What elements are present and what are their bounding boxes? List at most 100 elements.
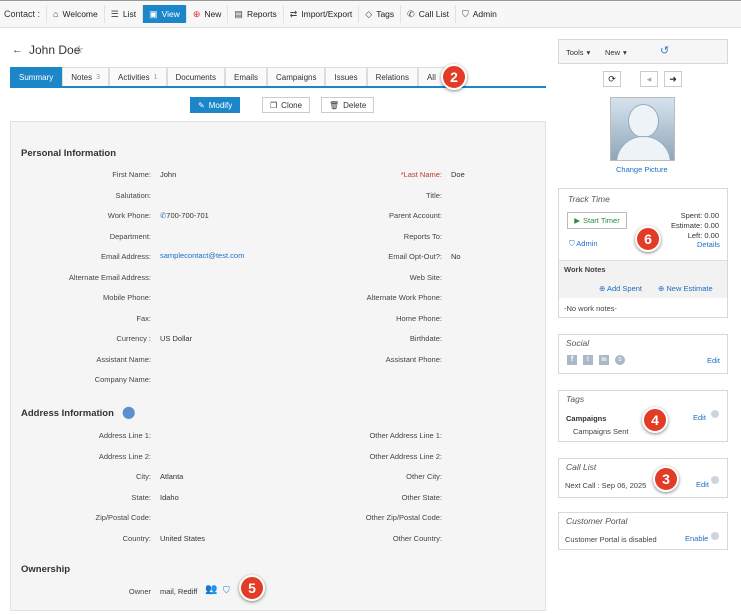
view-icon: ▣	[149, 8, 158, 19]
field-label: Other City:	[406, 472, 442, 481]
add-spent-link[interactable]: ⊕ Add Spent	[599, 284, 642, 293]
field-value: Doe	[451, 170, 465, 179]
portal-enable-link[interactable]: Enable	[685, 534, 708, 543]
users-group-icon[interactable]: 👥	[205, 584, 217, 595]
refresh-icon: ⟳	[608, 73, 616, 84]
field-label: Other Address Line 2:	[369, 452, 442, 461]
nav-import-export[interactable]: ⇄ Import/Export	[282, 5, 359, 23]
social-title: Social	[566, 338, 590, 348]
new-estimate-link[interactable]: ⊕ New Estimate	[658, 284, 713, 293]
copy-icon: ❐	[270, 100, 278, 110]
shield-icon[interactable]: ⛉	[223, 585, 230, 596]
field-label: Department:	[109, 232, 151, 241]
new-icon: ⊕	[192, 8, 201, 19]
tab-summary[interactable]: Summary	[10, 67, 63, 86]
field-label: Salutation:	[115, 191, 151, 200]
field-value: John	[160, 170, 177, 179]
field-label: Email Opt-Out?:	[388, 252, 442, 261]
field-label: Title:	[426, 191, 442, 200]
field-label: Work Phone:	[107, 211, 151, 220]
field-label: Home Phone:	[396, 314, 442, 323]
field-label: Email Address:	[100, 252, 151, 261]
facebook-icon[interactable]: f	[567, 355, 577, 365]
delete-button[interactable]: 🗑 Delete	[321, 97, 375, 113]
field-label: Owner	[128, 587, 151, 596]
field-value: No	[451, 252, 461, 261]
tab-notes[interactable]: Notes 3	[62, 67, 110, 86]
work-notes-title: Work Notes	[564, 265, 606, 274]
field-label: Zip/Postal Code:	[95, 513, 151, 522]
field-label: City:	[136, 472, 151, 481]
help-icon[interactable]	[711, 410, 719, 418]
plus-circle-icon: ⊕	[658, 284, 665, 293]
avatar	[610, 97, 675, 161]
help-icon[interactable]	[711, 532, 719, 540]
tab-issues[interactable]: Issues	[325, 67, 367, 86]
field-label: *Last Name:	[400, 170, 442, 179]
pencil-icon: ✎	[198, 100, 205, 110]
tab-emails[interactable]: Emails	[224, 67, 267, 86]
social-edit-link[interactable]: Edit	[707, 356, 720, 365]
field-label: First Name:	[112, 170, 151, 179]
field-label: Country:	[122, 534, 151, 543]
work-phone-value[interactable]: ✆700-700-701	[160, 211, 209, 220]
change-picture-link[interactable]: Change Picture	[616, 165, 668, 174]
home-icon: ⌂	[53, 9, 59, 19]
tags-edit-link[interactable]: Edit	[693, 413, 706, 422]
modify-button[interactable]: ✎ Modify	[190, 97, 241, 113]
email-link[interactable]: samplecontact@test.com	[160, 251, 244, 260]
map-pin-icon[interactable]: ⬤	[122, 405, 135, 419]
field-label: Alternate Email Address:	[68, 273, 151, 282]
field-label: Assistant Name:	[96, 355, 151, 364]
field-label: State:	[131, 493, 151, 502]
track-time-box	[558, 188, 728, 318]
nav-admin[interactable]: ⛉ Admin	[454, 5, 503, 23]
tab-documents[interactable]: Documents	[166, 67, 225, 86]
call-list-edit-link[interactable]: Edit	[696, 480, 709, 489]
next-record-button[interactable]: ➜	[664, 71, 682, 87]
details-link[interactable]: Details	[697, 240, 720, 249]
back-arrow-icon[interactable]: ←	[12, 44, 23, 56]
twitter-icon[interactable]: t	[583, 355, 593, 365]
new-dropdown[interactable]: New ▾	[605, 44, 627, 60]
nav-list[interactable]: ☰ List	[103, 5, 142, 23]
nav-tags[interactable]: ◇ Tags	[358, 5, 400, 23]
clone-button[interactable]: ❐ Clone	[262, 97, 311, 113]
field-label: Other Country:	[392, 534, 442, 543]
callout-badge: 4	[642, 407, 668, 433]
shield-icon: ⛉	[569, 239, 575, 248]
tools-dropdown[interactable]: Tools ▾	[566, 44, 590, 60]
field-value: Atlanta	[160, 472, 184, 481]
nav-welcome[interactable]: ⌂ Welcome	[46, 5, 104, 23]
nav-call-list[interactable]: ✆ Call List	[400, 5, 455, 23]
nav-reports[interactable]: ▤ Reports	[227, 5, 282, 23]
reports-icon: ▤	[234, 8, 243, 19]
tab-activities[interactable]: Activities 1	[109, 67, 167, 86]
previous-record-button[interactable]: ◂	[640, 71, 658, 87]
field-value: United States	[160, 534, 206, 543]
start-timer-button[interactable]: ▶ Start Timer	[567, 212, 627, 229]
import-export-icon: ⇄	[289, 8, 298, 19]
nav-view[interactable]: ▣ View	[142, 5, 186, 23]
skype-icon[interactable]: s	[615, 355, 625, 365]
assignee[interactable]: ⛉ Admin	[569, 239, 598, 249]
field-label: Address Line 1:	[98, 431, 151, 440]
favorite-star-icon[interactable]: ☆	[74, 43, 84, 56]
refresh-button[interactable]: ⟳	[603, 71, 621, 87]
owner-value: mail, Rediff	[160, 587, 198, 596]
history-icon[interactable]: ↺	[660, 44, 669, 57]
field-value: US Dollar	[160, 334, 193, 343]
trash-icon: 🗑	[329, 100, 340, 110]
help-icon[interactable]	[711, 476, 719, 484]
field-label: Web Site:	[409, 273, 442, 282]
field-label: Assistant Phone:	[385, 355, 442, 364]
field-label: Birthdate:	[409, 334, 442, 343]
module-label: Contact :	[4, 9, 41, 19]
tab-relations[interactable]: Relations	[366, 67, 418, 86]
tab-campaigns[interactable]: Campaigns	[267, 67, 326, 86]
customer-portal-title: Customer Portal	[566, 516, 628, 526]
linkedin-icon[interactable]: in	[599, 355, 609, 365]
no-work-notes: -No work notes-	[564, 304, 617, 313]
tab-count: 3	[96, 73, 101, 81]
nav-new[interactable]: ⊕ New	[185, 5, 228, 23]
